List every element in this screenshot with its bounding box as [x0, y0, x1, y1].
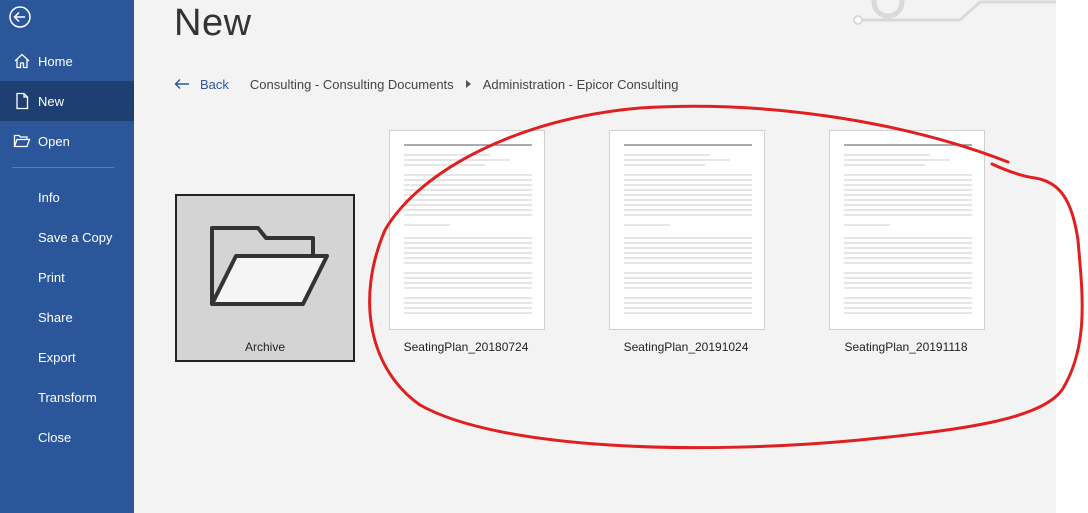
nav-close-label: Close: [38, 429, 72, 445]
circuit-decoration: [850, 0, 1056, 30]
document-label-2[interactable]: SeatingPlan_20191024: [596, 340, 776, 354]
nav-transform-label: Transform: [38, 389, 97, 405]
right-margin: [1056, 0, 1088, 513]
breadcrumb-separator-icon: [465, 80, 471, 88]
nav-close[interactable]: Close: [0, 417, 134, 457]
breadcrumb-item-administration[interactable]: Administration - Epicor Consulting: [483, 77, 679, 92]
nav-info[interactable]: Info: [0, 177, 134, 217]
nav-export-label: Export: [38, 349, 76, 365]
breadcrumb: Back Consulting - Consulting Documents A…: [174, 74, 679, 94]
nav-print-label: Print: [38, 269, 65, 285]
nav-print[interactable]: Print: [0, 257, 134, 297]
nav-share[interactable]: Share: [0, 297, 134, 337]
document-label-3[interactable]: SeatingPlan_20191118: [816, 340, 996, 354]
nav-new[interactable]: New: [0, 81, 134, 121]
document-thumbnail-1[interactable]: [389, 130, 545, 330]
folder-open-icon: [209, 224, 329, 308]
nav-home-label: Home: [38, 53, 73, 69]
archive-folder-tile[interactable]: Archive: [175, 194, 355, 362]
nav-export[interactable]: Export: [0, 337, 134, 377]
document-label-1[interactable]: SeatingPlan_20180724: [376, 340, 556, 354]
document-thumbnail-3[interactable]: [829, 130, 985, 330]
nav-save-a-copy-label: Save a Copy: [38, 229, 113, 245]
back-link[interactable]: Back: [174, 77, 229, 92]
home-icon: [13, 52, 31, 70]
nav-home[interactable]: Home: [0, 41, 134, 81]
page-title: New: [174, 2, 252, 44]
breadcrumb-item-consulting[interactable]: Consulting - Consulting Documents: [250, 77, 454, 92]
nav-save-a-copy[interactable]: Save a Copy: [0, 217, 134, 257]
nav-open-label: Open: [38, 133, 70, 149]
nav-share-label: Share: [38, 309, 73, 325]
new-document-icon: [13, 92, 31, 110]
back-arrow-icon[interactable]: [9, 6, 31, 28]
back-arrow-small-icon: [174, 79, 189, 89]
nav-open[interactable]: Open: [0, 121, 134, 161]
back-link-label: Back: [200, 76, 229, 92]
nav-transform[interactable]: Transform: [0, 377, 134, 417]
nav-divider: [12, 167, 114, 168]
document-thumbnail-2[interactable]: [609, 130, 765, 330]
nav-info-label: Info: [38, 189, 60, 205]
nav-new-label: New: [38, 93, 65, 109]
open-folder-icon: [13, 132, 31, 150]
archive-label: Archive: [244, 340, 285, 354]
backstage-sidebar: Home New Open Info Save a Copy Print Sha…: [0, 0, 134, 513]
